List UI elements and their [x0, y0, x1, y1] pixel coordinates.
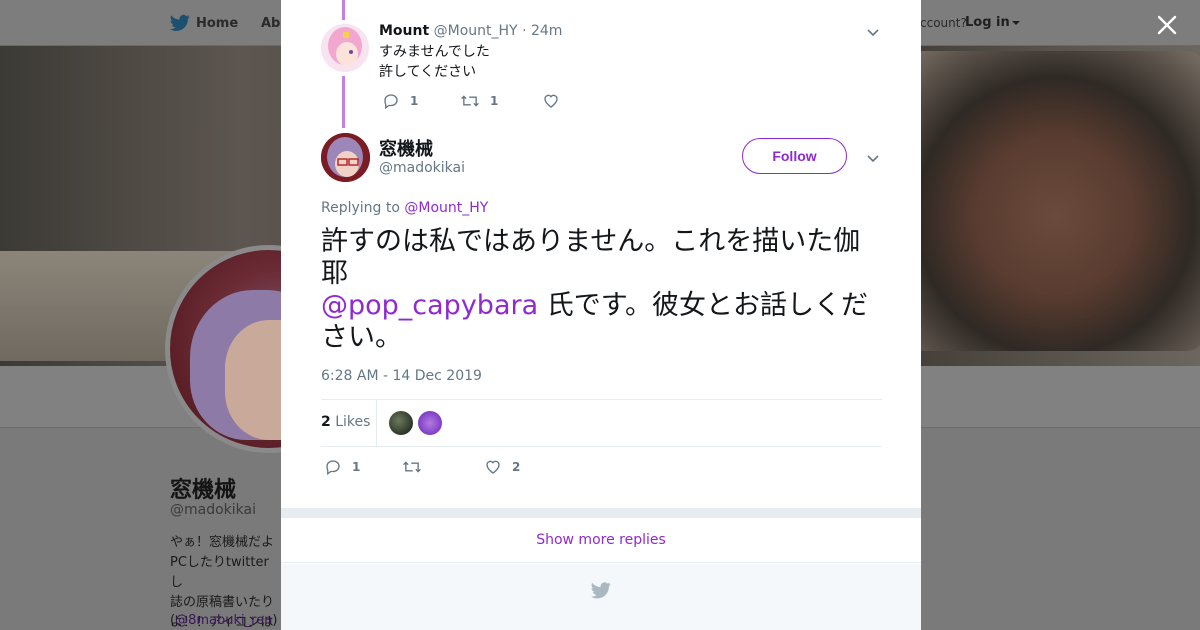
- tweet-modal: Mount @Mount_HY · 24m すみませんでした 許してください 1…: [281, 0, 921, 630]
- have-account-prompt: ccount?: [920, 16, 967, 30]
- likes-label: Likes: [335, 414, 371, 430]
- anime-avatar-image: [321, 24, 369, 72]
- likes-divider: [376, 400, 377, 446]
- likes-stat[interactable]: 2 Likes: [321, 414, 370, 430]
- retweet-icon: [461, 95, 479, 107]
- nav-home[interactable]: Home: [170, 14, 238, 32]
- liker-avatar[interactable]: [389, 411, 413, 435]
- thread-line-top: [342, 0, 345, 20]
- tweet-author-avatar[interactable]: [321, 133, 370, 182]
- reply-reply-count: 1: [410, 94, 419, 108]
- twitter-bird-icon: [170, 14, 190, 31]
- close-modal-button[interactable]: [1152, 10, 1182, 40]
- profile-bio-link[interactable]: @8mabuki_ren: [175, 613, 272, 628]
- reply-header: Mount @Mount_HY · 24m: [379, 23, 562, 39]
- twitter-bird-icon: [591, 582, 611, 599]
- reply-text: すみませんでした 許してください: [379, 44, 490, 80]
- reply-reply-button[interactable]: 1: [382, 92, 460, 110]
- chevron-down-icon: [867, 155, 879, 163]
- tweet-actions: 1 2: [324, 458, 520, 476]
- reply-retweet-button[interactable]: 1: [460, 92, 542, 110]
- follow-button[interactable]: Follow: [742, 138, 847, 174]
- caret-down-icon: [1011, 20, 1020, 25]
- close-icon: [1157, 15, 1177, 35]
- tweet-reply-button[interactable]: 1: [324, 458, 402, 476]
- tweet-author-handle[interactable]: @madokikai: [379, 160, 465, 176]
- nav-home-label: Home: [196, 15, 239, 31]
- reply-author-handle[interactable]: @Mount_HY: [434, 23, 518, 39]
- retweet-icon: [403, 461, 421, 473]
- heart-icon: [486, 460, 500, 474]
- banner-fan: [905, 51, 1200, 351]
- reply-retweet-count: 1: [490, 94, 499, 108]
- section-separator: [281, 508, 921, 518]
- reply-time[interactable]: · 24m: [522, 23, 562, 39]
- tweet-timestamp[interactable]: 6:28 AM - 14 Dec 2019: [321, 368, 482, 384]
- profile-name: 窓機械: [170, 478, 237, 503]
- login-label: Log in: [965, 15, 1010, 30]
- replying-to-link[interactable]: @Mount_HY: [404, 200, 488, 216]
- tweet-mention-link[interactable]: @pop_capybara: [321, 290, 538, 321]
- bio-link-suffix: ): [272, 613, 278, 628]
- tweet-menu-button[interactable]: [866, 150, 880, 164]
- replying-prefix: Replying to: [321, 200, 400, 216]
- reply-actions: 1 1: [382, 92, 560, 110]
- reply-like-button[interactable]: [542, 92, 560, 110]
- replying-to: Replying to @Mount_HY: [321, 200, 488, 216]
- heart-icon: [544, 94, 558, 108]
- thread-line-connector: [342, 76, 345, 128]
- tweet-retweet-button[interactable]: [402, 458, 484, 476]
- likes-row: 2 Likes: [321, 400, 882, 446]
- login-button[interactable]: Log in: [965, 15, 1020, 30]
- tweet-reply-count: 1: [352, 460, 361, 474]
- liker-avatar[interactable]: [418, 411, 442, 435]
- tweet-like-count: 2: [512, 460, 521, 474]
- tweet-text: 許すのは私ではありません。これを描いた伽耶 @pop_capybara 氏です。彼…: [321, 226, 881, 354]
- profile-bio-link-line: (@8mabuki_ren): [170, 613, 278, 628]
- show-more-replies-button[interactable]: Show more replies: [281, 518, 921, 563]
- reply-author-avatar[interactable]: [321, 24, 369, 72]
- tweet-author-name[interactable]: 窓機械: [379, 135, 433, 161]
- reply-icon: [384, 94, 398, 110]
- tweet-like-button[interactable]: 2: [484, 458, 520, 476]
- modal-footer: [281, 564, 921, 630]
- tweet-text-part1: 許すのは私ではありません。これを描いた伽耶: [321, 226, 861, 289]
- reply-icon: [326, 460, 340, 476]
- reply-menu-button[interactable]: [866, 24, 880, 38]
- likes-count: 2: [321, 414, 331, 430]
- divider: [321, 446, 882, 447]
- profile-handle: @madokikai: [170, 502, 256, 518]
- chevron-down-icon: [867, 29, 879, 37]
- reply-author-name[interactable]: Mount: [379, 23, 429, 39]
- anime-avatar-image: [321, 133, 370, 182]
